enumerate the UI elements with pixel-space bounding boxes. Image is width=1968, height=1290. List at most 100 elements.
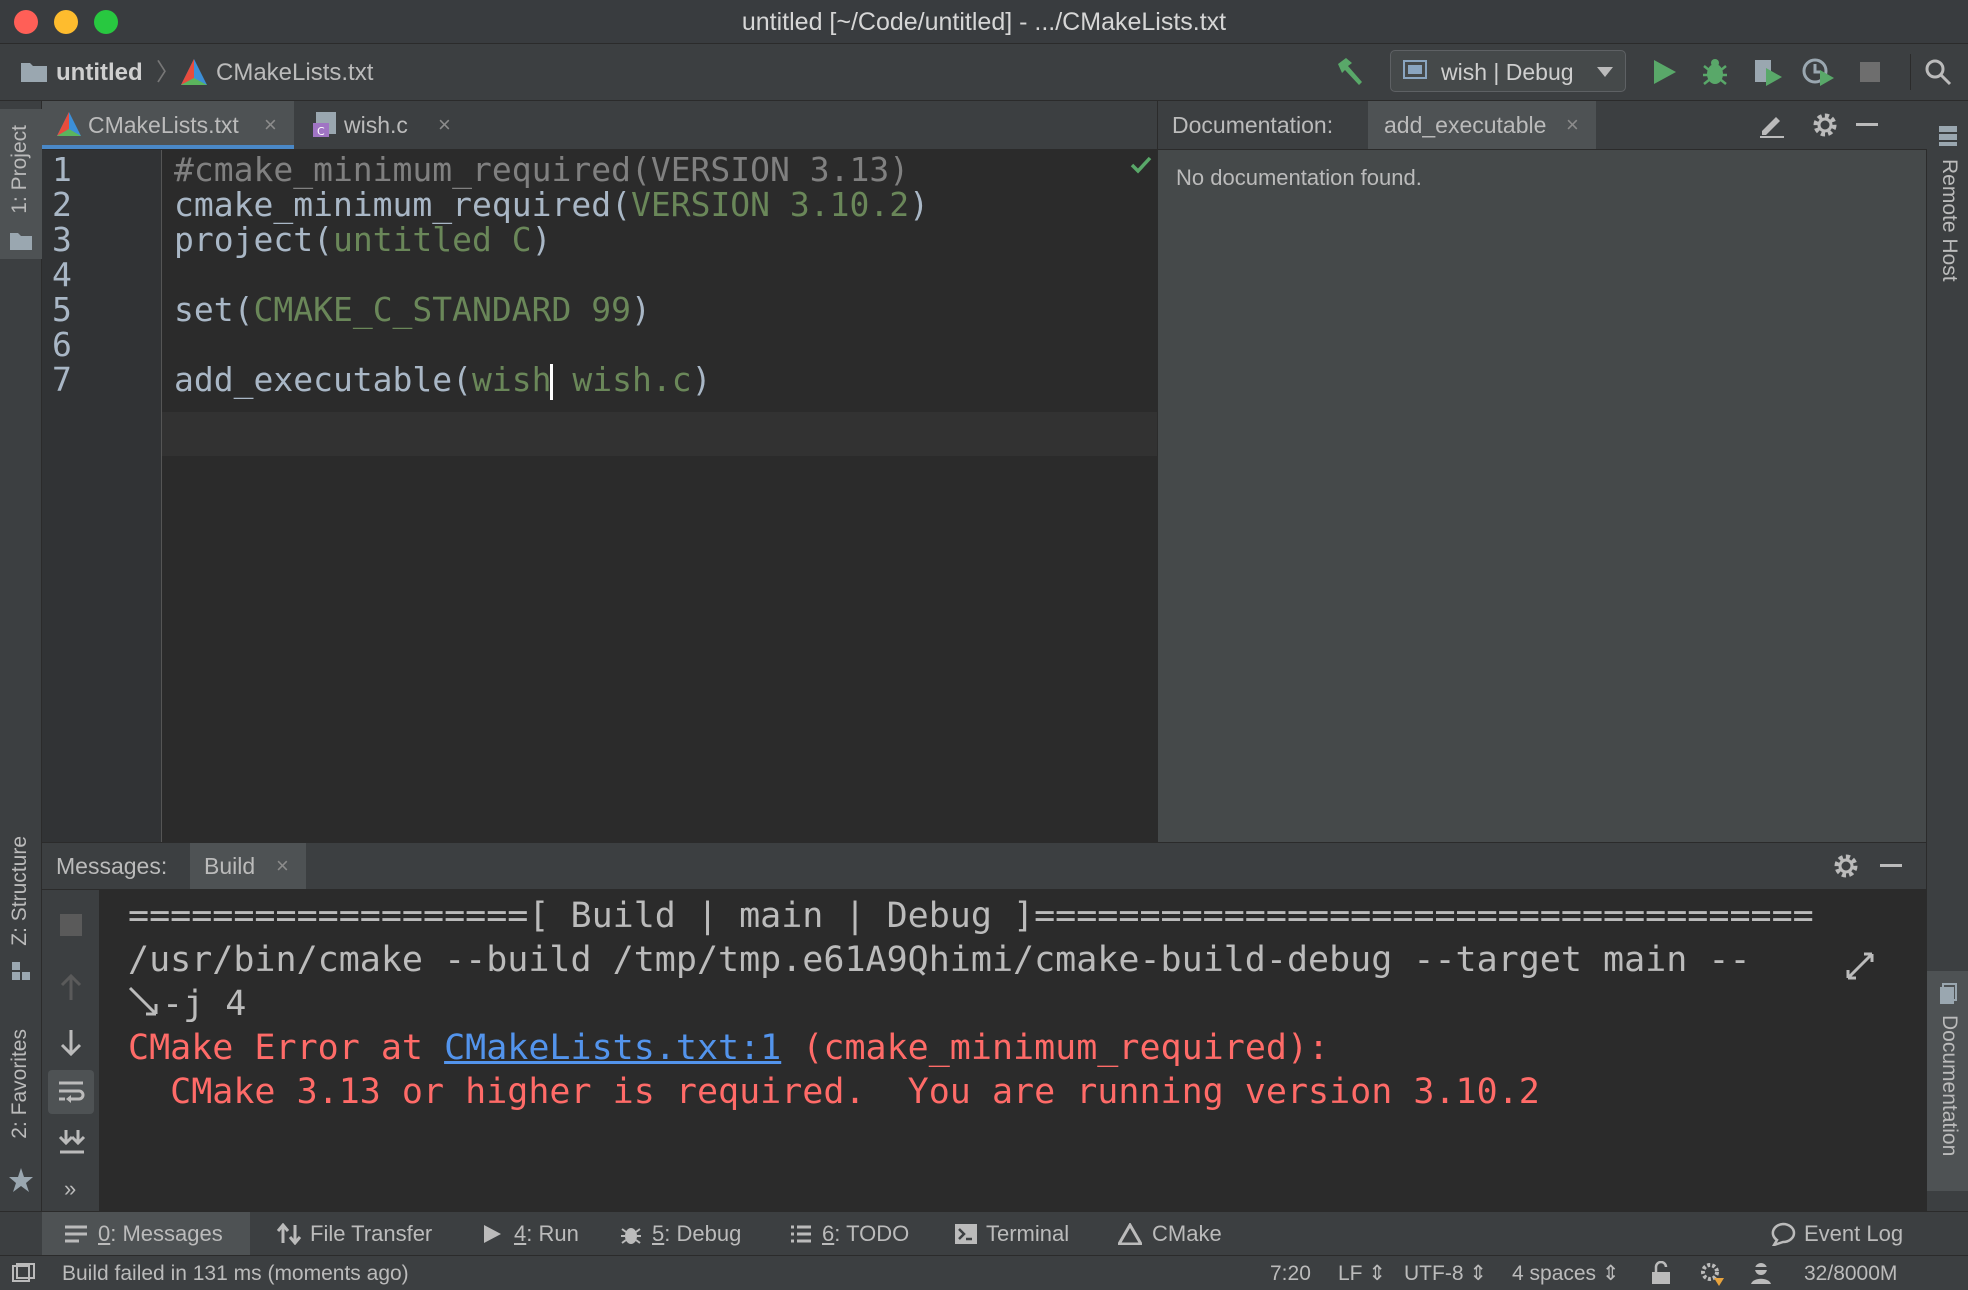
paren-text: ) (691, 360, 712, 399)
run-icon[interactable] (1652, 58, 1678, 86)
run-tool-button[interactable]: 4: Run (482, 1212, 579, 1256)
minimize-icon[interactable] (1880, 864, 1902, 867)
arrow-up-icon[interactable] (58, 974, 84, 1002)
build-hammer-icon[interactable] (1334, 56, 1366, 88)
run-with-coverage-icon[interactable] (1752, 56, 1784, 88)
stop-icon[interactable] (60, 914, 82, 936)
tool-label: : Messages (110, 1221, 223, 1246)
shortcut-key: 4 (514, 1221, 527, 1246)
window-title: untitled [~/Code/untitled] - .../CMakeLi… (741, 8, 1227, 36)
cmake-file-icon (181, 59, 207, 85)
comment-text: #cmake_minimum_required(VERSION 3.13) (174, 150, 910, 189)
debug-bug-icon[interactable] (1700, 57, 1730, 87)
edit-source-icon[interactable] (1758, 111, 1786, 139)
profiler-icon[interactable] (1802, 56, 1836, 88)
arrow-down-icon[interactable] (58, 1028, 84, 1056)
indent-setting[interactable]: 4 spaces ⇕ (1512, 1256, 1619, 1290)
terminal-tool-button[interactable]: Terminal (954, 1212, 1069, 1256)
search-icon[interactable] (1924, 58, 1952, 86)
console-error-line: CMake Error at CMakeLists.txt:1 (cmake_m… (128, 1028, 1329, 1068)
soft-wrap-toggle[interactable] (48, 1070, 94, 1114)
tab-close-icon[interactable]: × (438, 101, 451, 149)
memory-indicator[interactable]: 32/8000M (1804, 1256, 1897, 1290)
cmake-tool-button[interactable]: CMake (1118, 1212, 1222, 1256)
line-number: 5 (52, 290, 72, 329)
code-line[interactable]: add_executable(wish wish.c) (174, 360, 711, 400)
error-location-link[interactable]: CMakeLists.txt:1 (444, 1028, 781, 1068)
checkmark-icon (1130, 156, 1152, 174)
breadcrumb-project[interactable]: untitled (56, 44, 143, 101)
breadcrumb-file[interactable]: CMakeLists.txt (216, 44, 373, 101)
status-message[interactable]: Build failed in 131 ms (moments ago) (62, 1256, 409, 1290)
svg-text:C: C (317, 125, 325, 138)
remote-host-tool-button[interactable]: Remote Host (1927, 111, 1968, 311)
run-config-icon (1403, 60, 1427, 79)
line-number: 1 (52, 150, 72, 189)
tool-label: : Debug (664, 1221, 742, 1246)
messages-icon (65, 1225, 87, 1243)
tab-cmakelists[interactable]: CMakeLists.txt × (42, 101, 294, 149)
line-number: 4 (52, 255, 72, 294)
error-text: (cmake_minimum_required): (781, 1028, 1330, 1068)
tab-close-icon[interactable]: × (264, 101, 277, 149)
todo-tool-button[interactable]: 6: TODO (790, 1212, 909, 1256)
documentation-tab-label: add_executable (1384, 112, 1547, 138)
run-configuration-select[interactable]: wish | Debug (1390, 50, 1626, 92)
stop-icon[interactable] (1860, 62, 1880, 82)
code-editor[interactable]: #cmake_minimum_required(VERSION 3.13) cm… (162, 150, 1157, 842)
project-tool-label: 1: Project (8, 125, 31, 214)
tab-label: CMakeLists.txt (88, 112, 239, 138)
run-icon (484, 1225, 501, 1243)
unlock-icon[interactable] (1650, 1261, 1672, 1285)
toolbar-divider (1910, 54, 1911, 90)
tab-wish-c[interactable]: C wish.c × (298, 101, 466, 149)
tab-close-icon[interactable]: × (1566, 101, 1579, 149)
event-log-tool-button[interactable]: Event Log (1770, 1212, 1903, 1256)
tool-windows-toggle-icon[interactable] (12, 1263, 36, 1283)
command-text: add_executable( (174, 360, 473, 399)
more-icon[interactable]: » (64, 1176, 76, 1202)
structure-tool-button[interactable]: Z: Structure (0, 826, 42, 986)
editor-tabs: CMakeLists.txt × C wish.c × (42, 101, 1157, 150)
event-log-bubble-icon (1771, 1222, 1796, 1246)
documentation-tool-label: Documentation (1938, 1015, 1961, 1157)
scroll-to-end-icon[interactable] (58, 1128, 86, 1156)
gear-icon[interactable] (1832, 852, 1860, 880)
file-transfer-tool-button[interactable]: File Transfer (276, 1212, 432, 1256)
code-line[interactable]: set(CMAKE_C_STANDARD 99) (174, 290, 651, 329)
line-separator[interactable]: LF ⇕ (1338, 1256, 1386, 1290)
favorites-tool-button[interactable]: 2: Favorites (0, 1021, 42, 1196)
argument-text: wish.c (552, 360, 692, 399)
settings-update-icon[interactable] (1698, 1260, 1726, 1288)
structure-icon (12, 962, 30, 980)
transfer-icon (276, 1223, 302, 1245)
messages-build-tab[interactable]: Build × (190, 843, 306, 889)
messages-label: Messages: (56, 853, 168, 879)
inspector-icon[interactable] (1748, 1260, 1774, 1286)
build-console[interactable]: ===================[ Build | main | Debu… (100, 890, 1926, 1211)
shortcut-key: 0 (98, 1221, 111, 1246)
command-text: cmake_minimum_required( (174, 185, 631, 224)
remote-host-tool-label: Remote Host (1938, 159, 1961, 282)
tab-close-icon[interactable]: × (276, 843, 289, 889)
file-encoding[interactable]: UTF-8 ⇕ (1404, 1256, 1487, 1290)
tool-label: Event Log (1804, 1221, 1904, 1246)
documentation-tool-button[interactable]: Documentation (1927, 971, 1968, 1191)
shortcut-key: 5 (652, 1221, 665, 1246)
messages-tool-button[interactable]: 0: Messages (42, 1212, 250, 1256)
project-tool-button[interactable]: 1: Project (0, 109, 42, 259)
code-line[interactable]: project(untitled C) (174, 220, 552, 259)
minimize-icon[interactable] (1856, 123, 1878, 126)
gear-icon[interactable] (1811, 111, 1839, 139)
wrap-continuation-icon (128, 986, 158, 1016)
documentation-tab[interactable]: add_executable × (1368, 101, 1596, 149)
build-tab-label: Build (204, 853, 256, 879)
code-line[interactable]: #cmake_minimum_required(VERSION 3.13) (174, 150, 909, 189)
right-tool-strip: Remote Host Documentation (1926, 101, 1968, 1211)
debug-tool-button[interactable]: 5: Debug (620, 1212, 741, 1256)
code-line[interactable]: cmake_minimum_required(VERSION 3.10.2) (174, 185, 929, 224)
caret-position[interactable]: 7:20 (1270, 1256, 1311, 1290)
line-number: 2 (52, 185, 72, 224)
folder-icon (10, 233, 32, 250)
status-bar: Build failed in 131 ms (moments ago) 7:2… (0, 1255, 1968, 1290)
